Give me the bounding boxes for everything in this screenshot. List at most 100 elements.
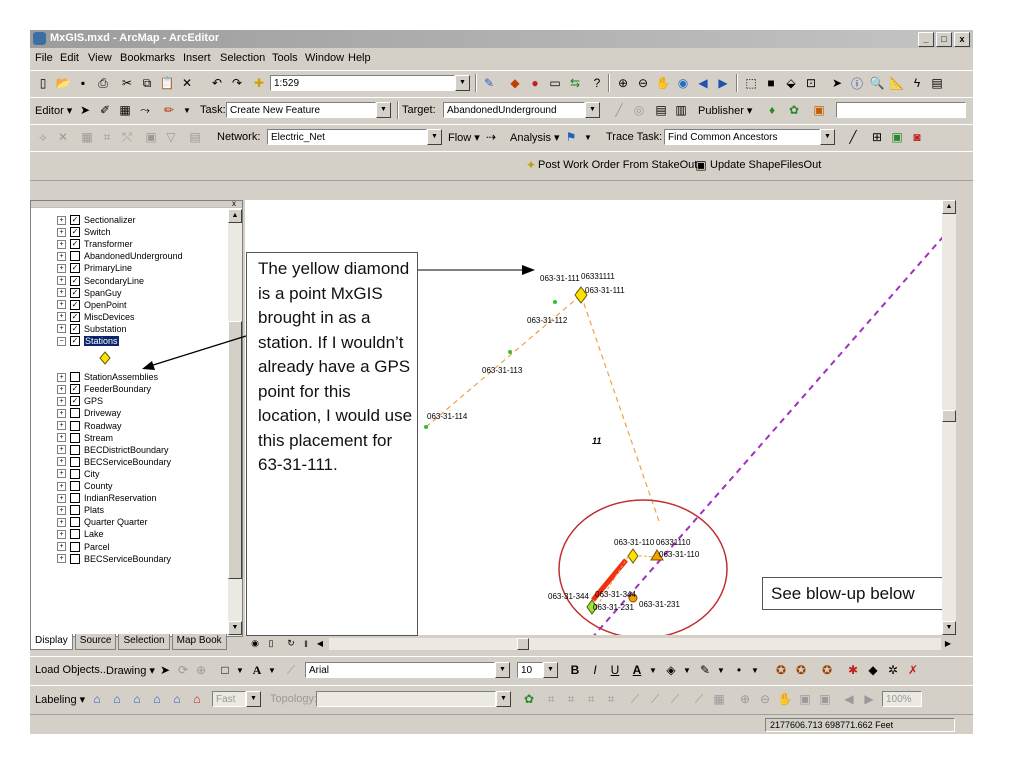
tab-source[interactable]: Source bbox=[74, 634, 117, 650]
redo-icon[interactable]: ↷ bbox=[228, 74, 246, 92]
maximize-button[interactable]: □ bbox=[936, 32, 952, 47]
layer-name[interactable]: GPS bbox=[84, 396, 103, 406]
fix-error-icon[interactable]: ⟋ bbox=[690, 690, 708, 708]
print-icon[interactable]: ⎙ bbox=[94, 74, 112, 92]
custom-tool-4-icon[interactable]: ✱ bbox=[844, 661, 862, 679]
layout-back-icon[interactable]: ◀ bbox=[840, 690, 858, 708]
topology-dropdown-arrow[interactable]: ▼ bbox=[496, 691, 511, 707]
layer-visibility-checkbox[interactable] bbox=[70, 541, 80, 552]
layer-row[interactable]: + Lake bbox=[57, 528, 104, 540]
expand-icon[interactable]: + bbox=[57, 481, 66, 491]
hyperlink-icon[interactable]: ϟ bbox=[908, 74, 926, 92]
scroll-thumb[interactable] bbox=[228, 321, 242, 579]
planarize-icon[interactable]: ⌗ bbox=[602, 690, 620, 708]
layout-forward-icon[interactable]: ▶ bbox=[860, 690, 878, 708]
pan-icon[interactable]: ✋ bbox=[654, 74, 672, 92]
layer-name[interactable]: BECDistrictBoundary bbox=[84, 445, 169, 455]
map-hscroll-thumb[interactable] bbox=[517, 638, 529, 650]
marker-color-dropdown-arrow[interactable]: ▼ bbox=[746, 661, 764, 679]
layer-visibility-checkbox[interactable] bbox=[70, 420, 80, 431]
layer-visibility-checkbox[interactable]: ✓ bbox=[70, 336, 80, 346]
expand-icon[interactable]: + bbox=[57, 408, 66, 418]
pause-drawing-icon[interactable]: ǁ bbox=[299, 636, 313, 651]
label-weights-icon[interactable]: ⌂ bbox=[128, 690, 146, 708]
open-icon[interactable]: 📂 bbox=[54, 74, 72, 92]
expand-icon[interactable]: + bbox=[57, 312, 66, 322]
layer-row[interactable]: + ✓ OpenPoint bbox=[57, 299, 127, 311]
map-scroll-thumb[interactable] bbox=[942, 410, 956, 422]
disconnect-icon[interactable]: ⌗ bbox=[98, 128, 116, 146]
publisher-field[interactable] bbox=[836, 102, 966, 118]
line-color-dropdown-arrow[interactable]: ▼ bbox=[712, 661, 730, 679]
pointer-icon[interactable]: ➤ bbox=[828, 74, 846, 92]
layer-name[interactable]: Plats bbox=[84, 505, 104, 515]
layer-visibility-checkbox[interactable]: ✓ bbox=[70, 215, 80, 225]
expand-icon[interactable]: + bbox=[57, 384, 66, 394]
html-popup-icon[interactable]: ▤ bbox=[928, 74, 946, 92]
network-select[interactable]: Electric_Net bbox=[267, 129, 427, 145]
layout-fixed-zoom-icon[interactable]: ▣ bbox=[816, 690, 834, 708]
tab-map-book[interactable]: Map Book bbox=[171, 634, 227, 650]
layer-name[interactable]: SpanGuy bbox=[84, 288, 122, 298]
layer-name[interactable]: AbandonedUnderground bbox=[84, 251, 183, 261]
menu-insert[interactable]: Insert bbox=[183, 52, 211, 64]
label-manager-icon[interactable]: ⌂ bbox=[88, 690, 106, 708]
font-dropdown-arrow[interactable]: ▼ bbox=[495, 662, 510, 678]
edit-tool-icon[interactable]: ➤ bbox=[76, 101, 94, 119]
new-document-icon[interactable]: ▯ bbox=[34, 74, 52, 92]
layer-row[interactable]: + ✓ GPS bbox=[57, 395, 103, 407]
layer-name[interactable]: Transformer bbox=[84, 239, 133, 249]
layer-row[interactable]: + BECServiceBoundary bbox=[57, 553, 171, 565]
select-features-icon[interactable]: ⬚ bbox=[742, 74, 760, 92]
layer-name[interactable]: Roadway bbox=[84, 421, 122, 431]
custom-tool-7-icon[interactable]: ✗ bbox=[904, 661, 922, 679]
expand-icon[interactable]: + bbox=[57, 433, 66, 443]
construct-features-icon[interactable]: ⌗ bbox=[582, 690, 600, 708]
expand-icon[interactable]: + bbox=[57, 469, 66, 479]
layer-row[interactable]: + ✓ Transformer bbox=[57, 238, 133, 250]
sketch-properties-icon[interactable]: ▥ bbox=[672, 101, 690, 119]
layer-visibility-checkbox[interactable] bbox=[70, 517, 80, 528]
expand-icon[interactable]: + bbox=[57, 288, 66, 298]
scroll-down-arrow[interactable]: ▼ bbox=[228, 621, 242, 635]
flow-menu[interactable]: Flow ▾ bbox=[448, 128, 480, 146]
custom-tool-6-icon[interactable]: ✲ bbox=[884, 661, 902, 679]
scale-dropdown-arrow[interactable]: ▼ bbox=[455, 75, 470, 91]
topology-select[interactable] bbox=[316, 691, 496, 707]
validate-extent-icon[interactable]: ⟋ bbox=[626, 690, 644, 708]
quality-select[interactable]: Fast bbox=[212, 691, 246, 707]
find-icon[interactable]: 🔍 bbox=[868, 74, 886, 92]
trace-flag-dropdown-arrow[interactable]: ▼ bbox=[579, 128, 597, 146]
layer-name[interactable]: Substation bbox=[84, 324, 127, 334]
update-shapefiles-button[interactable]: Update ShapeFilesOut bbox=[710, 156, 821, 174]
layer-visibility-checkbox[interactable] bbox=[70, 481, 80, 491]
layer-row[interactable]: + AbandonedUnderground bbox=[57, 250, 183, 262]
fill-color-dropdown-arrow[interactable]: ▼ bbox=[678, 661, 696, 679]
layout-view-icon[interactable]: ▯ bbox=[263, 636, 279, 651]
trace-flag-icon[interactable]: ⚑ bbox=[562, 128, 580, 146]
layer-row[interactable]: + IndianReservation bbox=[57, 492, 157, 504]
layer-visibility-checkbox[interactable]: ✓ bbox=[70, 287, 80, 298]
delete-icon[interactable]: ✕ bbox=[178, 74, 196, 92]
build-icon[interactable]: ▣ bbox=[142, 128, 160, 146]
add-junction-flag-icon[interactable]: ⟡ bbox=[34, 128, 52, 146]
expand-icon[interactable]: + bbox=[57, 517, 66, 527]
map-book-icon[interactable]: ▣ bbox=[888, 128, 906, 146]
analysis-menu[interactable]: Analysis ▾ bbox=[510, 128, 560, 146]
layout-full-extent-icon[interactable]: ▣ bbox=[796, 690, 814, 708]
network-tools-icon[interactable]: ⊞ bbox=[868, 128, 886, 146]
update-shapefiles-icon[interactable]: ▣ bbox=[692, 156, 710, 174]
validate-visible-icon[interactable]: ⟋ bbox=[646, 690, 664, 708]
zoom-out-icon[interactable]: ⊖ bbox=[634, 74, 652, 92]
save-icon[interactable]: ▪ bbox=[74, 74, 92, 92]
layer-visibility-checkbox[interactable] bbox=[70, 493, 80, 504]
expand-icon[interactable]: + bbox=[57, 227, 66, 237]
copy-icon[interactable]: ⧉ bbox=[138, 74, 156, 92]
map-scroll-up-arrow[interactable]: ▲ bbox=[942, 200, 956, 214]
tab-selection[interactable]: Selection bbox=[118, 634, 170, 650]
add-data-icon[interactable]: ✚ bbox=[250, 74, 268, 92]
layer-name[interactable]: IndianReservation bbox=[84, 493, 157, 503]
layout-pan-icon[interactable]: ✋ bbox=[776, 690, 794, 708]
topology-edit-icon[interactable]: ✿ bbox=[520, 690, 538, 708]
layer-visibility-checkbox[interactable]: ✓ bbox=[70, 275, 80, 286]
